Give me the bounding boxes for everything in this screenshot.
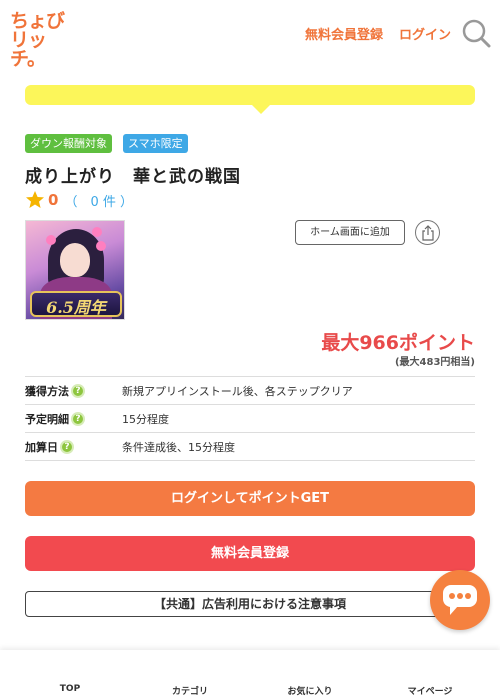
thumbnail-face xyxy=(60,243,90,277)
add-to-home-button[interactable]: ホーム画面に追加 xyxy=(295,220,405,245)
share-button[interactable] xyxy=(415,220,440,245)
bottom-nav: TOP カテゴリ お気に入り マイページ xyxy=(0,650,500,700)
download-reward-tag: ダウン報酬対象 xyxy=(25,134,112,153)
max-points: 最大966ポイント xyxy=(321,332,475,354)
free-register-button[interactable]: 無料会員登録 xyxy=(25,536,475,571)
smartphone-only-tag: スマホ限定 xyxy=(123,134,188,153)
ad-notice-button[interactable]: 【共通】広告利用における注意事項 xyxy=(25,591,475,617)
help-icon[interactable]: ? xyxy=(71,411,85,426)
header-login-link[interactable]: ログイン xyxy=(399,24,451,43)
thumbnail-flower xyxy=(96,241,106,251)
nav-mypage[interactable]: マイページ xyxy=(370,684,490,697)
review-count-link[interactable]: （ 0 件 ） xyxy=(64,191,133,210)
anniversary-text: 6.5周年 xyxy=(46,298,106,317)
logo-line2: リッチ。 xyxy=(10,29,47,70)
info-label-text: 予定明細 xyxy=(25,412,69,426)
info-label-credit-date: 加算日 ? xyxy=(25,439,122,455)
info-row-schedule: 予定明細 ? 15分程度 xyxy=(25,405,475,433)
thumbnail-flower xyxy=(46,235,56,245)
promo-banner-pointer xyxy=(251,104,271,114)
thumbnail-flower xyxy=(92,227,102,237)
nav-top[interactable]: TOP xyxy=(10,684,130,694)
info-value-schedule: 15分程度 xyxy=(122,412,169,426)
nav-category[interactable]: カテゴリ xyxy=(130,684,250,697)
anniversary-badge: 6.5周年 xyxy=(30,291,122,317)
chat-button[interactable] xyxy=(430,570,490,630)
search-icon[interactable] xyxy=(461,18,491,48)
info-value-credit-date: 条件達成後、15分程度 xyxy=(122,440,235,454)
rating-score: 0 xyxy=(48,191,59,209)
info-label-text: 加算日 xyxy=(25,440,58,454)
info-value-method: 新規アプリインストール後、各ステップクリア xyxy=(122,384,353,398)
chobirich-logo[interactable]: ちょび リッチ。 xyxy=(10,12,74,69)
star-icon xyxy=(26,191,44,208)
rating: 0 （ 0 件 ） xyxy=(25,190,133,210)
login-get-points-button[interactable]: ログインしてポイントGET xyxy=(25,481,475,516)
promo-banner[interactable] xyxy=(25,85,475,105)
header-register-link[interactable]: 無料会員登録 xyxy=(305,24,383,43)
share-icon xyxy=(422,225,434,241)
info-label-text: 獲得方法 xyxy=(25,384,69,398)
chat-icon xyxy=(443,585,477,615)
info-row-method: 獲得方法 ? 新規アプリインストール後、各ステップクリア xyxy=(25,377,475,405)
info-table: 獲得方法 ? 新規アプリインストール後、各ステップクリア 予定明細 ? 15分程… xyxy=(25,376,475,461)
help-icon[interactable]: ? xyxy=(71,383,85,398)
nav-favorites[interactable]: お気に入り xyxy=(250,684,370,697)
info-row-credit-date: 加算日 ? 条件達成後、15分程度 xyxy=(25,433,475,461)
app-thumbnail: 6.5周年 xyxy=(25,220,125,320)
info-label-method: 獲得方法 ? xyxy=(25,383,122,399)
help-icon[interactable]: ? xyxy=(60,439,74,454)
max-points-yen: (最大483円相当) xyxy=(394,357,475,368)
info-label-schedule: 予定明細 ? xyxy=(25,411,122,427)
page-title: 成り上がり 華と武の戦国 xyxy=(25,167,241,187)
header: ちょび リッチ。 無料会員登録 ログイン xyxy=(0,0,500,69)
